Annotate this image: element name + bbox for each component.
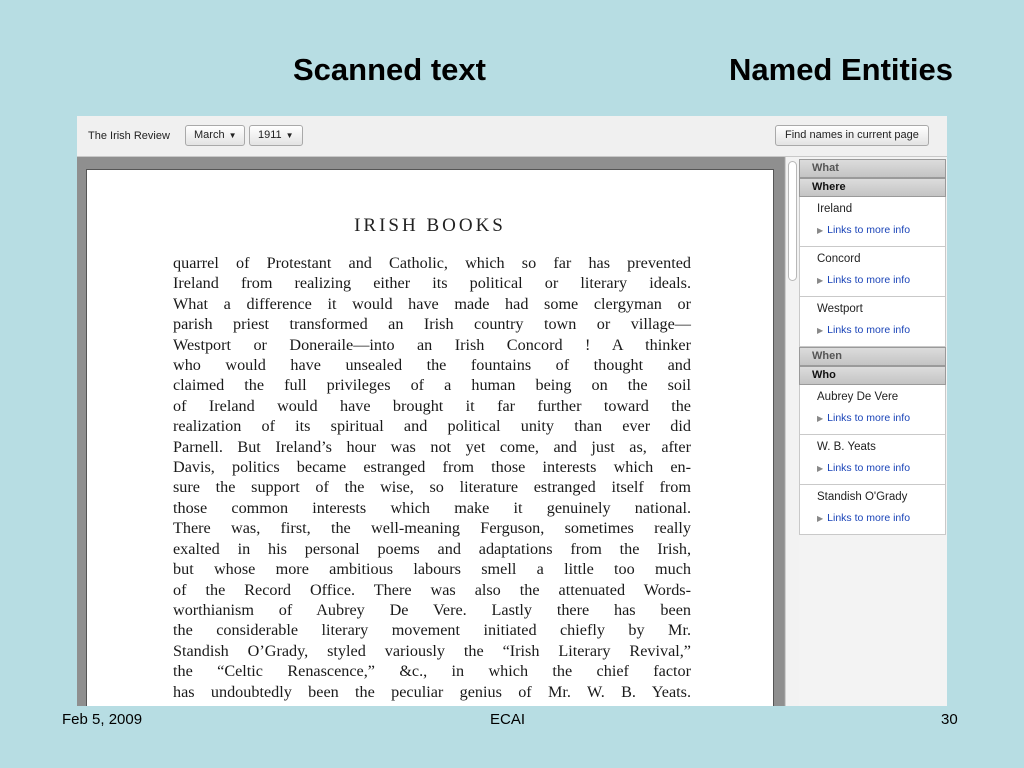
triangle-right-icon: ▶ — [817, 276, 824, 285]
month-select[interactable]: March ▼ — [185, 125, 246, 146]
text-line: What a difference it would have made had… — [173, 294, 691, 313]
more-info-link[interactable]: ▶ Links to more info — [817, 224, 945, 236]
text-line: sure the support of the wise, so literat… — [173, 478, 691, 497]
text-line: has undoubtedly been the peculiar genius… — [173, 682, 691, 701]
text-line: worthianism of Aubrey De Vere. Lastly th… — [173, 600, 691, 619]
entity-item: W. B. Yeats ▶ Links to more info — [799, 435, 946, 485]
text-line: those common interests which make it gen… — [173, 498, 691, 517]
more-info-link-label: Links to more info — [827, 274, 911, 286]
text-line: quarrel of Protestant and Catholic, whic… — [173, 254, 691, 272]
triangle-right-icon: ▶ — [817, 414, 824, 423]
entity-name[interactable]: W. B. Yeats — [817, 441, 945, 462]
entity-name[interactable]: Concord — [817, 253, 945, 274]
text-line: Standish O’Grady, styled variously the “… — [173, 641, 691, 660]
section-header-who[interactable]: Who — [799, 366, 946, 385]
text-line: the “Celtic Renascence,” &c., in which t… — [173, 662, 691, 681]
entity-name[interactable]: Ireland — [817, 203, 945, 224]
footer-date: Feb 5, 2009 — [62, 711, 143, 728]
entity-item: Aubrey De Vere ▶ Links to more info — [799, 385, 946, 435]
more-info-link-label: Links to more info — [827, 324, 911, 336]
entity-item: Standish O'Grady ▶ Links to more info — [799, 485, 946, 535]
section-header-what[interactable]: What — [799, 159, 946, 178]
text-line: who would have unsealed the fountains of… — [173, 356, 691, 375]
text-line: of the Record Office. There was also the… — [173, 580, 691, 599]
triangle-right-icon: ▶ — [817, 514, 824, 523]
page-heading: IRISH BOOKS — [354, 215, 506, 236]
year-select[interactable]: 1911 ▼ — [249, 125, 303, 146]
slide-title-scanned-text: Scanned text — [293, 52, 486, 87]
more-info-link[interactable]: ▶ Links to more info — [817, 512, 945, 524]
month-select-label: March — [194, 129, 225, 141]
more-info-link-label: Links to more info — [827, 512, 911, 524]
entity-name[interactable]: Standish O'Grady — [817, 491, 945, 512]
more-info-link[interactable]: ▶ Links to more info — [817, 274, 945, 286]
text-line: There was, first, the well-meaning Fergu… — [173, 519, 691, 538]
find-names-button[interactable]: Find names in current page — [775, 125, 929, 146]
more-info-link[interactable]: ▶ Links to more info — [817, 324, 945, 336]
footer-page-number: 30 — [941, 711, 958, 728]
more-info-link-label: Links to more info — [827, 412, 911, 424]
chevron-down-icon: ▼ — [285, 131, 294, 140]
chevron-down-icon: ▼ — [228, 131, 237, 140]
page-text: quarrel of Protestant and Catholic, whic… — [173, 253, 691, 702]
text-line: Westport or Doneraile—into an Irish Conc… — [173, 335, 691, 354]
scanned-page: IRISH BOOKS quarrel of Protestant and Ca… — [86, 169, 774, 706]
entity-item: Concord ▶ Links to more info — [799, 247, 946, 297]
more-info-link-label: Links to more info — [827, 224, 911, 236]
entity-name[interactable]: Aubrey De Vere — [817, 391, 945, 412]
text-line: exalted in his personal poems and adapta… — [173, 539, 691, 558]
document-viewer[interactable]: IRISH BOOKS quarrel of Protestant and Ca… — [77, 157, 784, 706]
more-info-link[interactable]: ▶ Links to more info — [817, 412, 945, 424]
year-select-label: 1911 — [258, 129, 282, 141]
document-scrollbar[interactable] — [785, 157, 800, 706]
triangle-right-icon: ▶ — [817, 226, 824, 235]
text-line: but whose more ambitious labours smell a… — [173, 560, 691, 579]
text-line: the considerable literary movement initi… — [173, 621, 691, 640]
triangle-right-icon: ▶ — [817, 464, 824, 473]
publication-name: The Irish Review — [88, 130, 170, 142]
where-list: Ireland ▶ Links to more info Concord ▶ Links … — [799, 197, 946, 347]
more-info-link-label: Links to more info — [827, 462, 911, 474]
text-line: of Ireland would have brought it far fur… — [173, 396, 691, 415]
who-list: Aubrey De Vere ▶ Links to more info W. B. Y… — [799, 385, 946, 535]
scroll-thumb[interactable] — [788, 161, 797, 281]
section-header-when[interactable]: When — [799, 347, 946, 366]
text-line: Davis, politics became estranged from th… — [173, 458, 691, 477]
text-line: Ireland from realizing either its politi… — [173, 274, 691, 293]
section-header-where[interactable]: Where — [799, 178, 946, 197]
text-line: parish priest transformed an Irish count… — [173, 315, 691, 334]
text-line: realization of its spiritual and politic… — [173, 417, 691, 436]
text-line: Parnell. But Ireland’s hour was not yet … — [173, 437, 691, 456]
entity-item: Westport ▶ Links to more info — [799, 297, 946, 347]
app-window: The Irish Review March ▼ 1911 ▼ Find names… — [77, 116, 947, 706]
toolbar: The Irish Review March ▼ 1911 ▼ Find names… — [77, 116, 947, 157]
entity-item: Ireland ▶ Links to more info — [799, 197, 946, 247]
more-info-link[interactable]: ▶ Links to more info — [817, 462, 945, 474]
triangle-right-icon: ▶ — [817, 326, 824, 335]
text-line: claimed the full privileges of a human b… — [173, 376, 691, 395]
footer-center: ECAI — [490, 711, 526, 728]
entity-name[interactable]: Westport — [817, 303, 945, 324]
entities-panel: What Where Ireland ▶ Links to more info Con… — [799, 157, 947, 706]
slide-title-named-entities: Named Entities — [729, 52, 953, 87]
